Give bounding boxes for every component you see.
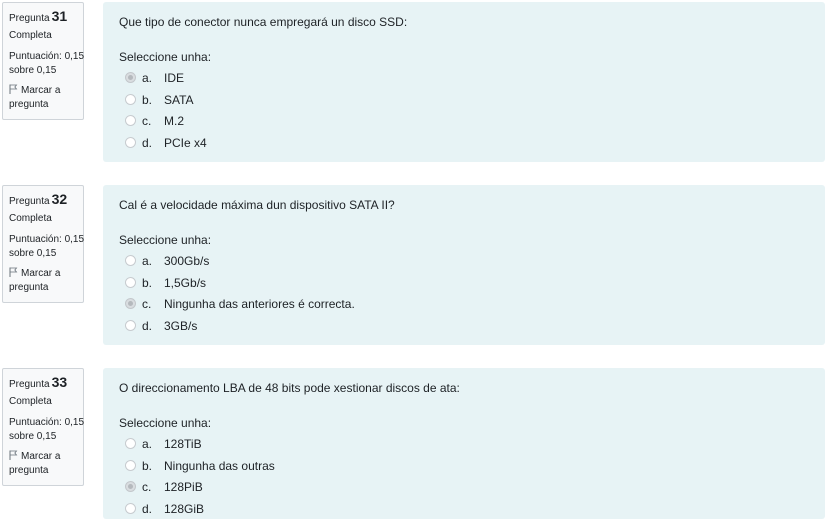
option-text: IDE [164,70,184,86]
radio-button[interactable] [125,460,136,471]
radio-button[interactable] [125,255,136,266]
flag-question-link[interactable]: Marcar a pregunta [9,84,83,112]
question-number: Pregunta32 [9,191,83,210]
answer-option[interactable]: c. M.2 [119,113,825,135]
radio-button[interactable] [125,94,136,105]
answer-prompt: Seleccione unha: [119,232,825,248]
question-number: Pregunta31 [9,8,83,27]
answer-option[interactable]: c. Ningunha das anteriores é correcta. [119,296,825,318]
answer-option[interactable]: a. IDE [119,70,825,92]
question-state: Completa [9,30,83,42]
option-letter: a. [142,70,152,86]
question-number-value: 31 [52,8,68,24]
option-letter: b. [142,92,152,108]
radio-button[interactable] [125,481,136,492]
option-letter: d. [142,318,152,334]
option-text: 300Gb/s [164,253,209,269]
answer-option[interactable]: a. 300Gb/s [119,253,825,275]
answer-prompt: Seleccione unha: [119,415,825,431]
answer-options: a. IDE b. SATA c. M.2 d. PCIe x4 [119,70,825,156]
answer-option[interactable]: b. 1,5Gb/s [119,275,825,297]
question-text: Cal é a velocidade máxima dun dispositiv… [119,197,825,213]
question-prefix: Pregunta [9,196,50,207]
question-number-value: 33 [52,374,68,390]
answer-option[interactable]: b. SATA [119,92,825,114]
radio-button[interactable] [125,438,136,449]
question-grade: Puntuación: 0,15 sobre 0,15 [9,233,85,261]
option-letter: b. [142,275,152,291]
option-text: 1,5Gb/s [164,275,206,291]
question-info: Pregunta33 Completa Puntuación: 0,15 sob… [2,368,84,486]
option-letter: c. [142,296,151,312]
radio-button[interactable] [125,503,136,514]
option-text: M.2 [164,113,184,129]
answer-option[interactable]: c. 128PiB [119,479,825,501]
flag-icon [9,450,18,460]
option-letter: d. [142,135,152,151]
option-text: Ningunha das outras [164,458,275,474]
option-letter: a. [142,436,152,452]
option-text: PCIe x4 [164,135,207,151]
option-text: 128PiB [164,479,203,495]
question-state: Completa [9,396,83,408]
question-grade: Puntuación: 0,15 sobre 0,15 [9,416,85,444]
answer-option[interactable]: a. 128TiB [119,436,825,458]
option-letter: b. [142,458,152,474]
answer-prompt: Seleccione unha: [119,49,825,65]
question-state: Completa [9,213,83,225]
question-text: O direccionamento LBA de 48 bits pode xe… [119,380,825,396]
flag-icon [9,84,18,94]
option-text: SATA [164,92,194,108]
question-content: O direccionamento LBA de 48 bits pode xe… [103,368,825,519]
radio-button[interactable] [125,277,136,288]
option-letter: a. [142,253,152,269]
answer-options: a.128TiB b.Ningunha das outras c.128PiB … [119,436,825,522]
answer-options: a. 300Gb/s b. 1,5Gb/s c. Ningunha das anter… [119,253,825,339]
radio-button[interactable] [125,72,136,83]
question-info: Pregunta31 Completa Puntuación: 0,15 sob… [2,2,84,120]
option-letter: c. [142,113,151,129]
option-letter: c. [142,479,151,495]
radio-button[interactable] [125,298,136,309]
question-number-value: 32 [52,191,68,207]
option-text: Ningunha das anteriores é correcta. [164,296,355,312]
question-content: Que tipo de conector nunca empregará un … [103,2,825,162]
flag-question-link[interactable]: Marcar a pregunta [9,450,83,478]
option-letter: d. [142,501,152,517]
radio-button[interactable] [125,115,136,126]
question-content: Cal é a velocidade máxima dun dispositiv… [103,185,825,345]
question-grade: Puntuación: 0,15 sobre 0,15 [9,50,85,78]
question-number: Pregunta33 [9,374,83,393]
radio-button[interactable] [125,137,136,148]
radio-button[interactable] [125,320,136,331]
answer-option[interactable]: d. PCIe x4 [119,135,825,157]
question-info: Pregunta32 Completa Puntuación: 0,15 sob… [2,185,84,303]
question-prefix: Pregunta [9,13,50,24]
flag-question-link[interactable]: Marcar a pregunta [9,267,83,295]
answer-option[interactable]: d. 3GB/s [119,318,825,340]
option-text: 128GiB [164,501,204,517]
flag-icon [9,267,18,277]
option-text: 3GB/s [164,318,197,334]
question-text: Que tipo de conector nunca empregará un … [119,14,825,30]
question-prefix: Pregunta [9,379,50,390]
option-text: 128TiB [164,436,202,452]
answer-option[interactable]: b. Ningunha das outras [119,458,825,480]
